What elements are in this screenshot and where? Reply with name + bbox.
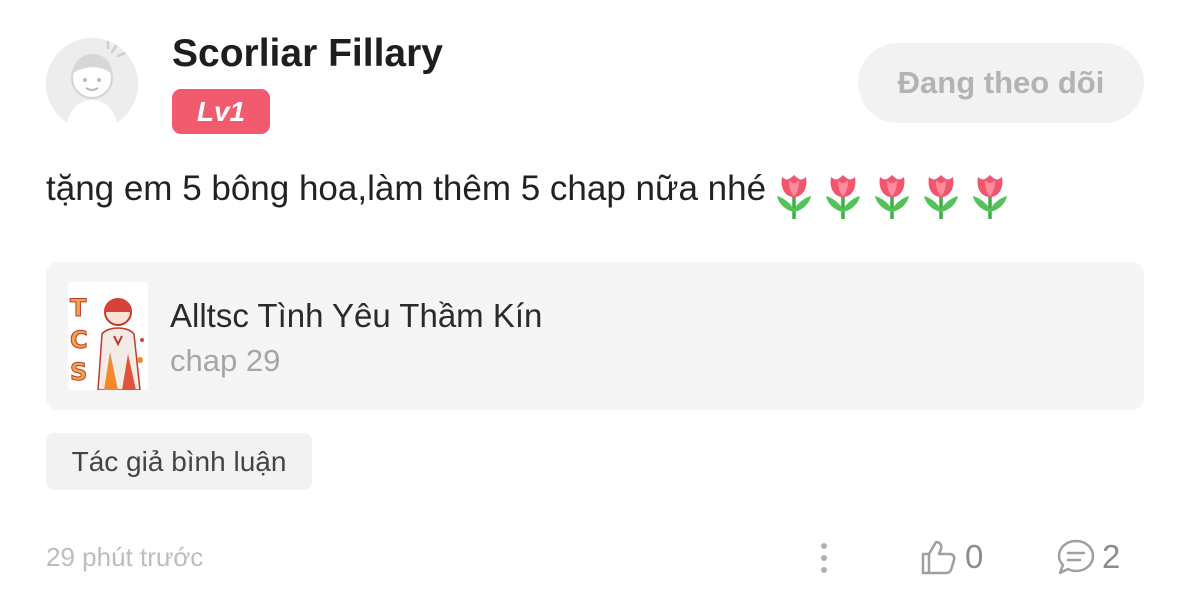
- tulip-icon: [919, 172, 963, 220]
- comment-body: tặng em 5 bông hoa,làm thêm 5 chap nữa n…: [46, 163, 1017, 224]
- comment-emoji-group: [772, 172, 1017, 224]
- username[interactable]: Scorliar Fillary: [172, 30, 443, 78]
- more-options-button[interactable]: [810, 538, 838, 578]
- tulip-icon: [870, 172, 914, 220]
- level-badge: Lv1: [172, 89, 270, 134]
- comment-timestamp: 29 phút trước: [46, 542, 204, 572]
- default-avatar-icon: [46, 38, 138, 130]
- story-title[interactable]: Alltsc Tình Yêu Thầm Kín: [170, 295, 542, 337]
- reply-count: 2: [1102, 538, 1121, 575]
- story-card[interactable]: T C S Alltsc Tình Yêu Thầm Kín chap 29: [46, 262, 1144, 410]
- svg-text:C: C: [70, 326, 88, 354]
- thumbs-up-icon: [921, 540, 956, 575]
- like-count: 0: [965, 538, 984, 575]
- more-vertical-icon: [821, 543, 827, 573]
- tulip-icon: [821, 172, 865, 220]
- story-chapter: chap 29: [170, 343, 281, 378]
- tulip-icon: [772, 172, 816, 220]
- svg-text:S: S: [70, 358, 87, 386]
- author-comment-tag: Tác giả bình luận: [46, 433, 312, 490]
- following-button[interactable]: Đang theo dõi: [858, 43, 1144, 123]
- comment-text: tặng em 5 bông hoa,làm thêm 5 chap nữa n…: [46, 169, 767, 208]
- user-avatar[interactable]: [46, 38, 138, 130]
- comment-bubble-icon: [1057, 539, 1095, 575]
- story-cover-image: T C S: [68, 282, 148, 390]
- svg-text:T: T: [70, 294, 87, 322]
- tulip-icon: [968, 172, 1012, 220]
